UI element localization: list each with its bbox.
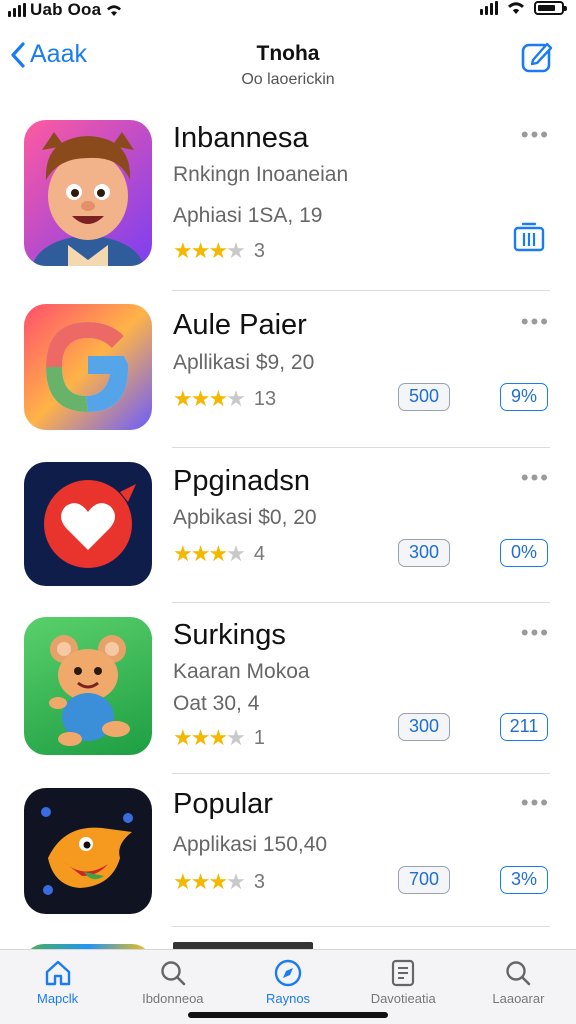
rating-count: 1 <box>253 726 266 749</box>
colorful-g-icon <box>24 304 152 430</box>
cartoon-mouse-icon <box>24 617 152 755</box>
cellular-signal-icon <box>480 0 498 15</box>
more-options-icon[interactable]: ••• <box>521 465 550 491</box>
tab-label: Raynos <box>265 991 311 1006</box>
rating: ★★★★ 4 <box>173 541 265 567</box>
star-rating: ★★★★ <box>173 386 246 411</box>
tab-label: Davotieatia <box>370 991 436 1006</box>
trash-icon <box>513 222 545 252</box>
status-left: Uab Ooa <box>8 0 123 20</box>
app-meta: Oat 30, 4 <box>173 692 260 715</box>
app-title: Surkings <box>173 619 286 651</box>
compass-icon <box>274 959 302 987</box>
carrier-label: Uab Ooa <box>30 0 102 19</box>
app-title: Ppginadsn <box>173 465 311 497</box>
trash-button[interactable] <box>512 220 546 257</box>
more-options-icon[interactable]: ••• <box>521 620 550 646</box>
percent-badge[interactable]: 0% <box>500 539 548 567</box>
more-options-icon[interactable]: ••• <box>521 790 550 816</box>
star-rating: ★★★★ <box>173 541 246 566</box>
count-badge[interactable]: 500 <box>398 383 450 411</box>
star-rating: ★★★★ <box>173 238 246 263</box>
app-subtitle: Apbikasi $0, 20 <box>173 506 317 529</box>
status-bar: Uab Ooa <box>0 0 576 22</box>
rating: ★★★★ 3 <box>173 869 265 895</box>
app-title: Popular <box>173 788 273 820</box>
rating-count: 3 <box>253 870 266 893</box>
star-rating: ★★★★ <box>173 869 246 894</box>
list-item[interactable]: Popular Applikasi 150,40 ★★★★ 3 ••• 700 … <box>0 774 576 927</box>
battery-level <box>538 4 555 11</box>
app-title: Aule Paier <box>173 309 307 341</box>
percent-badge[interactable]: 9% <box>500 383 548 411</box>
heart-bubble-icon <box>24 462 152 586</box>
battery-icon <box>534 0 567 15</box>
app-subtitle: Apllikasi $9, 20 <box>173 351 315 374</box>
count-badge-blue[interactable]: 211 <box>500 713 548 741</box>
star-rating: ★★★★ <box>173 725 246 750</box>
app-title: Inbannesa <box>173 122 309 154</box>
compose-button[interactable] <box>520 38 554 79</box>
count-badge[interactable]: 300 <box>398 713 450 741</box>
home-indicator <box>188 1012 388 1018</box>
wifi-icon <box>107 5 122 16</box>
search-icon <box>161 961 186 986</box>
rating: ★★★★ 1 <box>173 725 265 751</box>
list-item[interactable]: Surkings Kaaran Mokoa Oat 30, 4 ★★★★ 1 •… <box>0 603 576 774</box>
list-item[interactable]: Ppginadsn Apbikasi $0, 20 ★★★★ 4 ••• 300… <box>0 448 576 603</box>
rating-count: 4 <box>253 542 266 565</box>
page-title: Tnoha <box>256 42 320 65</box>
home-icon <box>45 960 70 986</box>
more-options-icon[interactable]: ••• <box>521 122 550 148</box>
separator <box>172 926 550 927</box>
search-icon <box>506 961 531 986</box>
tab-label: Laaoarar <box>492 991 545 1006</box>
document-icon <box>392 959 415 987</box>
status-right <box>480 0 567 15</box>
list-item[interactable]: Aule Paier Apllikasi $9, 20 ★★★★ 13 ••• … <box>0 291 576 448</box>
wifi-icon <box>508 2 524 14</box>
list-item[interactable]: Inbannesa Rnkingn Inoaneian Aphiasi 1SA,… <box>0 108 576 291</box>
count-badge[interactable]: 700 <box>398 866 450 894</box>
app-subtitle: Rnkingn Inoaneian <box>173 163 349 186</box>
page-subtitle: Oo laoerickin <box>241 71 335 88</box>
app-subtitle: Applikasi 150,40 <box>173 833 328 856</box>
tab-label: Ibdonneoa <box>142 991 204 1006</box>
rating: ★★★★ 13 <box>173 386 276 412</box>
rating: ★★★★ 3 <box>173 238 265 264</box>
rating-count: 13 <box>253 387 277 410</box>
more-options-icon[interactable]: ••• <box>521 309 550 335</box>
tab-label: Mapclk <box>37 991 79 1006</box>
compose-icon <box>521 42 553 73</box>
app-list: Inbannesa Rnkingn Inoaneian Aphiasi 1SA,… <box>0 108 576 927</box>
navigation-bar: Aaak Tnoha Oo laoerickin <box>0 30 576 100</box>
app-subtitle: Kaaran Mokoa <box>173 660 310 683</box>
cellular-signal-icon <box>8 3 26 17</box>
count-badge[interactable]: 300 <box>398 539 450 567</box>
rating-count: 3 <box>253 239 266 262</box>
tab-home[interactable]: Mapclk <box>0 950 115 1024</box>
percent-badge[interactable]: 3% <box>500 866 548 894</box>
orange-fish-icon <box>24 788 152 914</box>
app-meta: Aphiasi 1SA, 19 <box>173 204 323 227</box>
tab-search-2[interactable]: Laaoarar <box>461 950 576 1024</box>
cartoon-boy-icon <box>24 120 152 266</box>
